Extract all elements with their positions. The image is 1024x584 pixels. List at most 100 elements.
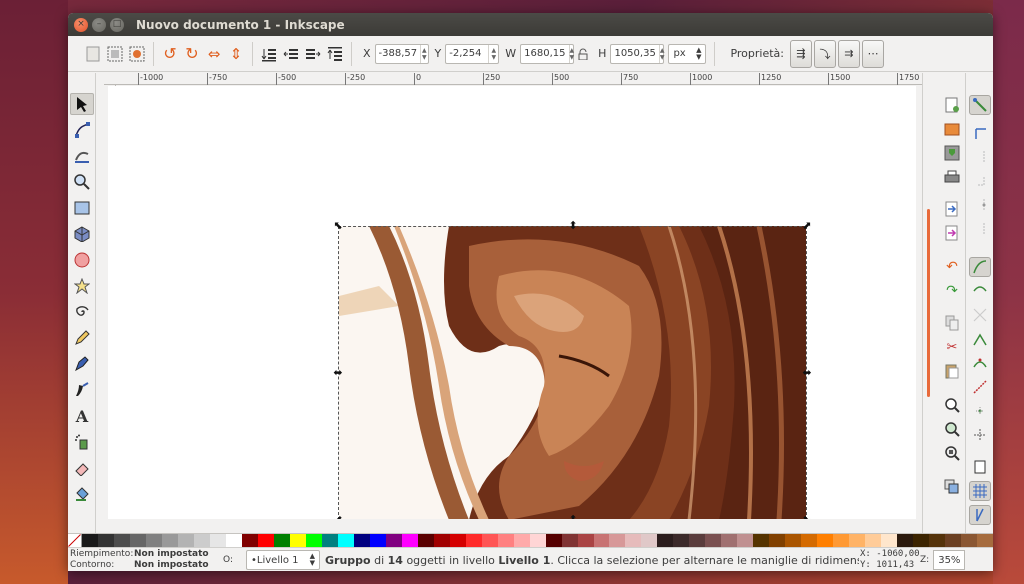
palette-swatch[interactable] [193, 534, 210, 547]
palette-swatch[interactable] [273, 534, 290, 547]
palette-swatch[interactable] [769, 534, 786, 547]
enable-snapping-icon[interactable] [969, 95, 991, 115]
open-icon[interactable] [941, 119, 963, 139]
resize-handle-ne[interactable]: ⬈ [802, 220, 812, 231]
palette-swatch[interactable] [161, 534, 178, 547]
import-icon[interactable] [941, 199, 963, 219]
color-palette[interactable] [68, 533, 993, 547]
zoom-field[interactable]: 35% [933, 550, 966, 570]
h-field[interactable]: 1050,35 ▲ ▼ [610, 43, 665, 64]
palette-swatch[interactable] [561, 534, 578, 547]
new-document-icon[interactable] [941, 95, 963, 115]
palette-swatch[interactable] [945, 534, 962, 547]
palette-swatch[interactable] [913, 534, 930, 547]
palette-swatch[interactable] [417, 534, 434, 547]
lower-icon[interactable] [280, 43, 302, 65]
cut-icon[interactable]: ✂ [941, 337, 963, 357]
snap-bbox-corner-icon[interactable] [969, 171, 991, 191]
no-paint-swatch[interactable] [68, 534, 82, 547]
palette-swatch[interactable] [497, 534, 514, 547]
palette-swatch[interactable] [257, 534, 274, 547]
raise-icon[interactable] [302, 43, 324, 65]
select-all-layers-icon[interactable] [104, 43, 126, 65]
palette-swatch[interactable] [785, 534, 802, 547]
palette-swatch[interactable] [449, 534, 466, 547]
tweak-tool-icon[interactable] [70, 145, 94, 167]
palette-swatch[interactable] [641, 534, 658, 547]
palette-swatch[interactable] [849, 534, 866, 547]
resize-handle-nw[interactable]: ⬉ [333, 220, 343, 231]
unit-select[interactable]: px ▲ ▼ [668, 43, 707, 64]
minimize-button[interactable]: – [92, 17, 106, 32]
snap-bbox-center-icon[interactable] [969, 219, 991, 239]
vertical-scrollbar[interactable] [922, 73, 934, 533]
y-stepper[interactable]: ▲ ▼ [488, 44, 498, 63]
palette-swatch[interactable] [833, 534, 850, 547]
flip-vertical-icon[interactable]: ⇕ [225, 43, 247, 65]
snap-midpoints-icon[interactable] [969, 377, 991, 397]
palette-swatch[interactable] [753, 534, 770, 547]
palette-swatch[interactable] [545, 534, 562, 547]
palette-swatch[interactable] [977, 534, 993, 547]
palette-swatch[interactable] [513, 534, 530, 547]
redo-icon[interactable]: ↷ [941, 281, 963, 301]
zoom-drawing-icon[interactable] [941, 419, 963, 439]
snap-smooth-nodes-icon[interactable] [969, 353, 991, 373]
fill-stroke-indicator[interactable]: Riempimento: Non impostato Contorno: Non i… [70, 549, 209, 571]
snap-cusp-nodes-icon[interactable] [969, 329, 991, 349]
lock-icon[interactable] [574, 43, 592, 65]
palette-swatch[interactable] [737, 534, 754, 547]
node-tool-icon[interactable] [70, 119, 94, 141]
palette-swatch[interactable] [657, 534, 674, 547]
palette-swatch[interactable] [897, 534, 914, 547]
palette-swatch[interactable] [865, 534, 882, 547]
resize-handle-w[interactable]: ⬌ [333, 367, 343, 378]
rectangle-tool-icon[interactable] [70, 197, 94, 219]
palette-swatch[interactable] [145, 534, 162, 547]
drawing-canvas[interactable]: ⬉ ⬍ ⬈ ⬌ ⬌ ⬋ ⬍ ⬊ [108, 86, 916, 525]
palette-swatch[interactable] [529, 534, 546, 547]
x-field[interactable]: -388,57 ▲ ▼ [374, 43, 429, 64]
snap-bbox-icon[interactable] [969, 123, 991, 143]
spray-tool-icon[interactable] [70, 431, 94, 453]
scale-corners-button[interactable]: ⤵ [814, 39, 836, 68]
transform-gradients-button[interactable]: ⇉ [838, 39, 860, 68]
print-icon[interactable] [941, 167, 963, 187]
y-field[interactable]: -2,254 ▲ ▼ [445, 43, 500, 64]
selector-tool-icon[interactable] [70, 93, 94, 115]
x-stepper[interactable]: ▲ ▼ [420, 44, 427, 63]
pen-tool-icon[interactable] [70, 353, 94, 375]
palette-swatch[interactable] [593, 534, 610, 547]
select-all-icon[interactable] [82, 43, 104, 65]
snap-bbox-midpoint-icon[interactable] [969, 195, 991, 215]
palette-swatch[interactable] [289, 534, 306, 547]
deselect-icon[interactable] [126, 43, 148, 65]
close-button[interactable]: × [74, 17, 88, 32]
maximize-button[interactable]: □ [110, 17, 124, 32]
scale-stroke-button[interactable]: ⇶ [790, 39, 812, 68]
palette-swatch[interactable] [97, 534, 114, 547]
paint-bucket-tool-icon[interactable] [70, 483, 94, 505]
snap-nodes-icon[interactable] [969, 257, 991, 277]
palette-swatch[interactable] [241, 534, 258, 547]
palette-swatch[interactable] [337, 534, 354, 547]
calligraphy-tool-icon[interactable] [70, 379, 94, 401]
zoom-selection-icon[interactable] [941, 395, 963, 415]
ellipse-tool-icon[interactable] [70, 249, 94, 271]
palette-swatch[interactable] [433, 534, 450, 547]
snap-paths-icon[interactable] [969, 281, 991, 301]
snap-grid-icon[interactable] [969, 481, 991, 501]
undo-icon[interactable]: ↶ [941, 257, 963, 277]
palette-swatch[interactable] [721, 534, 738, 547]
palette-swatch[interactable] [225, 534, 242, 547]
palette-swatch[interactable] [401, 534, 418, 547]
duplicate-icon[interactable] [941, 477, 963, 497]
eraser-tool-icon[interactable] [70, 457, 94, 479]
palette-swatch[interactable] [465, 534, 482, 547]
export-icon[interactable] [941, 223, 963, 243]
palette-swatch[interactable] [369, 534, 386, 547]
palette-swatch[interactable] [801, 534, 818, 547]
snap-bbox-edge-icon[interactable] [969, 147, 991, 167]
snap-intersection-icon[interactable] [969, 305, 991, 325]
copy-icon[interactable] [941, 313, 963, 333]
